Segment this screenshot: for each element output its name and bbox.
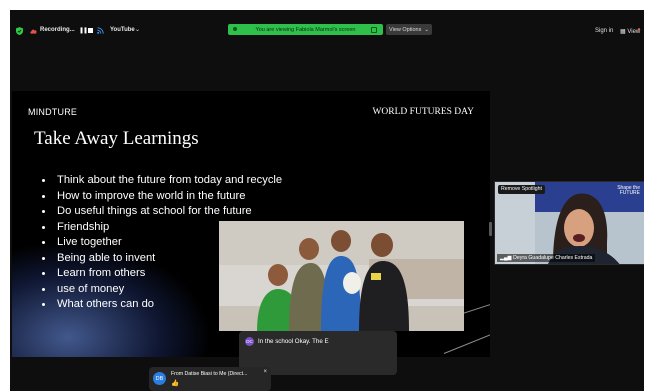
chevron-down-icon: ⌄ <box>424 26 429 33</box>
stop-icon[interactable] <box>88 28 93 33</box>
panel-resize-handle[interactable] <box>489 222 492 236</box>
bullet-text: Friendship <box>57 220 110 233</box>
recording-status[interactable]: Recording... <box>40 27 75 33</box>
live-stream-icon <box>97 27 104 34</box>
direct-message-notification[interactable]: DB From Datise Biasi to Me (Direct... 👍 … <box>149 367 271 391</box>
cloud-record-icon <box>30 29 37 34</box>
participant-name: Deyra Guadalupe Charles Estrada <box>513 255 593 261</box>
screen-share-banner: You are viewing Fabiola Marmol's screen <box>228 24 383 35</box>
signal-icon: ▂▄▆ <box>500 255 514 261</box>
bullet-dot <box>42 303 45 306</box>
bullet-text: Think about the future from today and re… <box>57 174 283 186</box>
view-options-button[interactable]: View Options ⌄ <box>386 24 432 35</box>
thumbs-up-icon: 👍 <box>171 380 180 387</box>
slide-event-name: WORLD FUTURES DAY <box>372 107 474 117</box>
slide-title: Take Away Learnings <box>34 128 199 149</box>
slide-bullet: Think about the future from today and re… <box>42 173 282 189</box>
banner-square-icon <box>371 27 377 33</box>
live-stream-youtube-label[interactable]: YouTube <box>110 27 135 33</box>
avatar: DC <box>245 337 254 346</box>
view-button-label: View <box>627 29 641 35</box>
screen-share-banner-text: You are viewing Fabiola Marmol's screen <box>255 26 356 33</box>
bullet-dot <box>42 256 45 260</box>
shield-icon[interactable] <box>16 27 23 35</box>
sign-in-button[interactable]: Sign in <box>595 28 613 34</box>
zoom-meeting-window: Recording... ❚❚ YouTube ⌄ You are viewin… <box>10 10 644 391</box>
dm-sender-text: From Datise Biasi to Me (Direct... <box>171 371 248 377</box>
participant-name-label: ▂▄▆ Deyra Guadalupe Charles Estrada <box>497 254 596 262</box>
bullet-text: How to improve the world in the future <box>57 189 246 202</box>
chevron-down-icon[interactable]: ⌄ <box>135 26 140 33</box>
pause-icon[interactable]: ❚❚ <box>79 27 88 34</box>
slide-bullet: How to improve the world in the future <box>42 189 282 205</box>
bullet-text: Do useful things at school for the futur… <box>57 205 252 217</box>
slide-logo: MINDTURE <box>28 107 78 117</box>
remove-spotlight-button[interactable]: Remove Spotlight <box>498 185 545 194</box>
bullet-text: use of money <box>57 282 125 295</box>
video-background-logo: Shape the FUTURE <box>617 186 640 196</box>
close-icon[interactable]: × <box>263 369 267 375</box>
bullet-text: Learn from others <box>57 267 146 279</box>
bullet-text: What others can do <box>57 298 155 310</box>
avatar: DB <box>153 372 166 385</box>
spotlight-video-tile[interactable]: Remove Spotlight Shape the FUTURE ▂▄▆ De… <box>494 181 644 265</box>
bullet-text: Being able to invent <box>57 251 156 264</box>
bullet-text: Live together <box>57 236 122 248</box>
video-logo-line2: FUTURE <box>619 190 640 196</box>
slide-photo-children <box>219 221 464 331</box>
bullet-dot <box>42 210 45 213</box>
view-button[interactable]: ▦ View <box>620 28 640 35</box>
view-options-label: View Options <box>389 26 422 33</box>
bullet-dot <box>42 241 45 244</box>
slide-bullet: Do useful things at school for the futur… <box>42 204 282 220</box>
slide-decoration-line <box>443 330 490 354</box>
share-indicator-icon <box>233 27 237 31</box>
bullet-dot <box>42 225 45 229</box>
bullet-dot <box>42 272 45 275</box>
bullet-dot <box>42 179 45 182</box>
bullet-dot <box>42 287 45 291</box>
bullet-dot <box>42 194 45 198</box>
chat-message-text: In the school Okay. The E <box>258 338 329 345</box>
